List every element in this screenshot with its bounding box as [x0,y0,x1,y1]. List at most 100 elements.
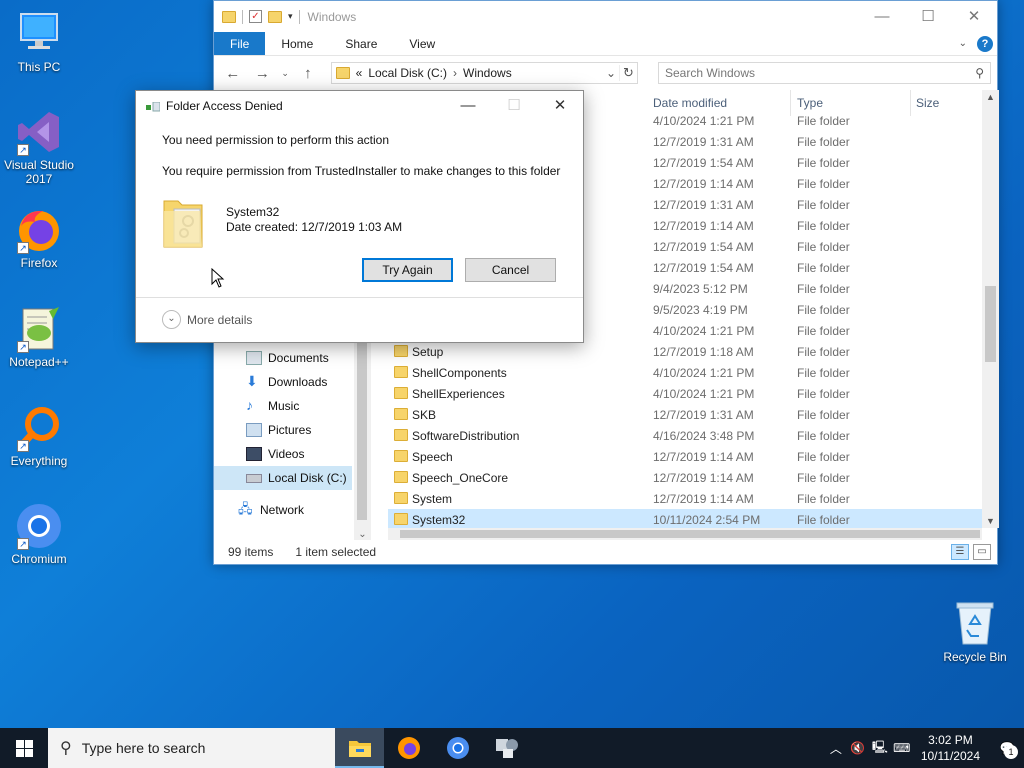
desktop-icon-notepadpp[interactable]: ↗ Notepad++ [0,305,79,369]
table-row[interactable]: SoftwareDistribution 4/16/2024 3:48 PM Fil… [388,425,982,446]
window-title: Windows [307,9,357,24]
clock-date: 10/11/2024 [920,749,980,763]
address-bar[interactable]: « Local Disk (C:) › Windows ⌄ ↻ [330,62,638,84]
file-list-vertical-scrollbar[interactable]: ▲ ▼ [982,90,999,528]
scrollbar-thumb[interactable] [400,530,980,538]
clock[interactable]: 3:02 PM 10/11/2024 [921,732,980,764]
file-date-modified: 12/7/2019 1:31 AM [653,198,754,212]
details-view-icon[interactable]: ☰ [951,544,969,560]
documents-icon [246,351,262,365]
table-row[interactable]: Speech_OneCore 12/7/2019 1:14 AM File fold… [388,467,982,488]
sidebar-item-downloads[interactable]: ⬇ Downloads [214,370,352,394]
dialog-close-button[interactable]: ✕ [537,91,583,121]
tab-home[interactable]: Home [265,32,329,55]
tab-file[interactable]: File [214,32,266,55]
desktop-icon-recycle-bin[interactable]: Recycle Bin [937,600,1013,664]
table-row[interactable]: Speech 12/7/2019 1:14 AM File folder [388,446,982,467]
new-folder-icon[interactable] [268,10,282,23]
minimize-button[interactable]: — [859,1,905,32]
desktop-icon-label: Firefox [20,256,58,270]
dialog-titlebar[interactable]: Folder Access Denied — ☐ ✕ [136,91,583,121]
column-type[interactable]: Type [797,96,823,110]
breadcrumb-local-disk[interactable]: Local Disk (C:) [368,66,447,80]
scrollbar-thumb[interactable] [985,286,996,362]
desktop-icon-this-pc[interactable]: This PC [0,10,79,74]
back-button[interactable]: ← [220,65,246,82]
tab-view[interactable]: View [393,32,451,55]
help-icon[interactable]: ? [977,35,993,52]
breadcrumb-chevron-icon[interactable]: › [453,66,457,80]
column-size[interactable]: Size [916,96,939,110]
file-type: File folder [797,471,850,485]
refresh-icon[interactable]: ↻ [618,65,637,81]
tab-share[interactable]: Share [329,32,393,55]
desktop-icon-everything[interactable]: ↗ Everything [0,404,79,468]
scroll-down-icon[interactable]: ▼ [982,516,999,526]
qat-separator [242,9,243,24]
taskbar: ⚲ Type here to search ︿ 🔇 🖳 ⌨ 3:02 PM 10… [0,728,1024,768]
table-row[interactable]: Setup 12/7/2019 1:18 AM File folder [388,341,982,362]
taskbar-chromium[interactable] [433,728,482,768]
table-row[interactable]: ShellComponents 4/10/2024 1:21 PM File fol… [388,362,982,383]
cancel-button[interactable]: Cancel [465,258,556,282]
file-type: File folder [797,261,850,275]
sidebar-item-documents[interactable]: Documents [214,346,352,370]
file-type: File folder [797,324,850,338]
file-date-modified: 12/7/2019 1:54 AM [653,261,754,275]
try-again-button[interactable]: Try Again [362,258,453,282]
search-box[interactable]: Search Windows ⚲ [657,62,992,84]
file-list-horizontal-scrollbar[interactable] [388,528,982,540]
folder-icon [222,10,236,23]
sidebar-item-pictures[interactable]: Pictures [214,418,352,442]
network-icon[interactable]: 🖳 [869,738,891,759]
address-dropdown-icon[interactable]: ⌄ [603,66,619,80]
start-button[interactable] [0,728,48,768]
sidebar-item-videos[interactable]: Videos [214,442,352,466]
breadcrumb-overflow[interactable]: « [356,66,363,80]
scroll-down-icon[interactable]: ⌄ [354,529,371,540]
search-icon: ⚲ [975,66,985,80]
column-divider[interactable] [910,90,911,116]
column-date-modified[interactable]: Date modified [653,96,727,110]
show-hidden-icons-chevron-icon[interactable]: ︿ [825,740,847,757]
recent-locations-icon[interactable]: ⌄ [279,68,291,79]
desktop-icon-visual-studio[interactable]: ↗ Visual Studio 2017 [0,108,79,186]
table-row[interactable]: ShellExperiences 4/10/2024 1:21 PM File fo… [388,383,982,404]
taskbar-file-explorer[interactable] [335,728,384,768]
sidebar-item-network[interactable]: 🖧 Network [214,498,352,522]
scroll-up-icon[interactable]: ▲ [982,92,999,102]
taskbar-search-box[interactable]: ⚲ Type here to search [48,728,335,768]
breadcrumb-windows[interactable]: Windows [463,66,512,80]
action-center-button[interactable]: 💬 1 [990,741,1024,759]
folder-icon [394,471,408,483]
language-icon[interactable]: ⌨ [891,741,913,755]
taskbar-firefox[interactable] [384,728,433,768]
large-icons-view-icon[interactable]: ▭ [973,544,991,560]
sidebar-item-local-disk[interactable]: Local Disk (C:) [214,466,352,490]
expand-ribbon-icon[interactable]: ⌄ [959,38,967,49]
file-type: File folder [797,198,850,212]
table-row[interactable]: System 12/7/2019 1:14 AM File folder [388,488,982,509]
more-details-toggle[interactable]: ⌄ More details [162,310,252,329]
file-type: File folder [797,387,850,401]
maximize-button[interactable]: ☐ [905,1,951,32]
column-divider[interactable] [790,90,791,116]
desktop-icon-firefox[interactable]: ↗ Firefox [0,206,79,270]
volume-muted-icon[interactable]: 🔇 [847,741,869,755]
desktop-icon-chromium[interactable]: ↗ Chromium [0,502,79,566]
customize-qat-icon[interactable]: ▾ [288,11,293,22]
taskbar-app[interactable] [482,728,531,768]
up-button[interactable]: ↑ [295,65,321,82]
everything-icon: ↗ [15,404,63,452]
close-button[interactable]: ✕ [951,1,997,32]
search-icon: ⚲ [60,740,72,757]
sidebar-item-music[interactable]: ♪ Music [214,394,352,418]
forward-button[interactable]: → [250,65,276,82]
table-row[interactable]: System32 10/11/2024 2:54 PM File folder [388,509,982,528]
explorer-titlebar[interactable]: ✓ ▾ Windows — ☐ ✕ [214,1,997,32]
properties-icon[interactable]: ✓ [249,10,262,23]
dialog-minimize-button[interactable]: — [445,91,491,121]
sidebar-item-label: Downloads [268,375,328,389]
dialog-message-detail: You require permission from TrustedInsta… [162,164,561,178]
table-row[interactable]: SKB 12/7/2019 1:31 AM File folder [388,404,982,425]
